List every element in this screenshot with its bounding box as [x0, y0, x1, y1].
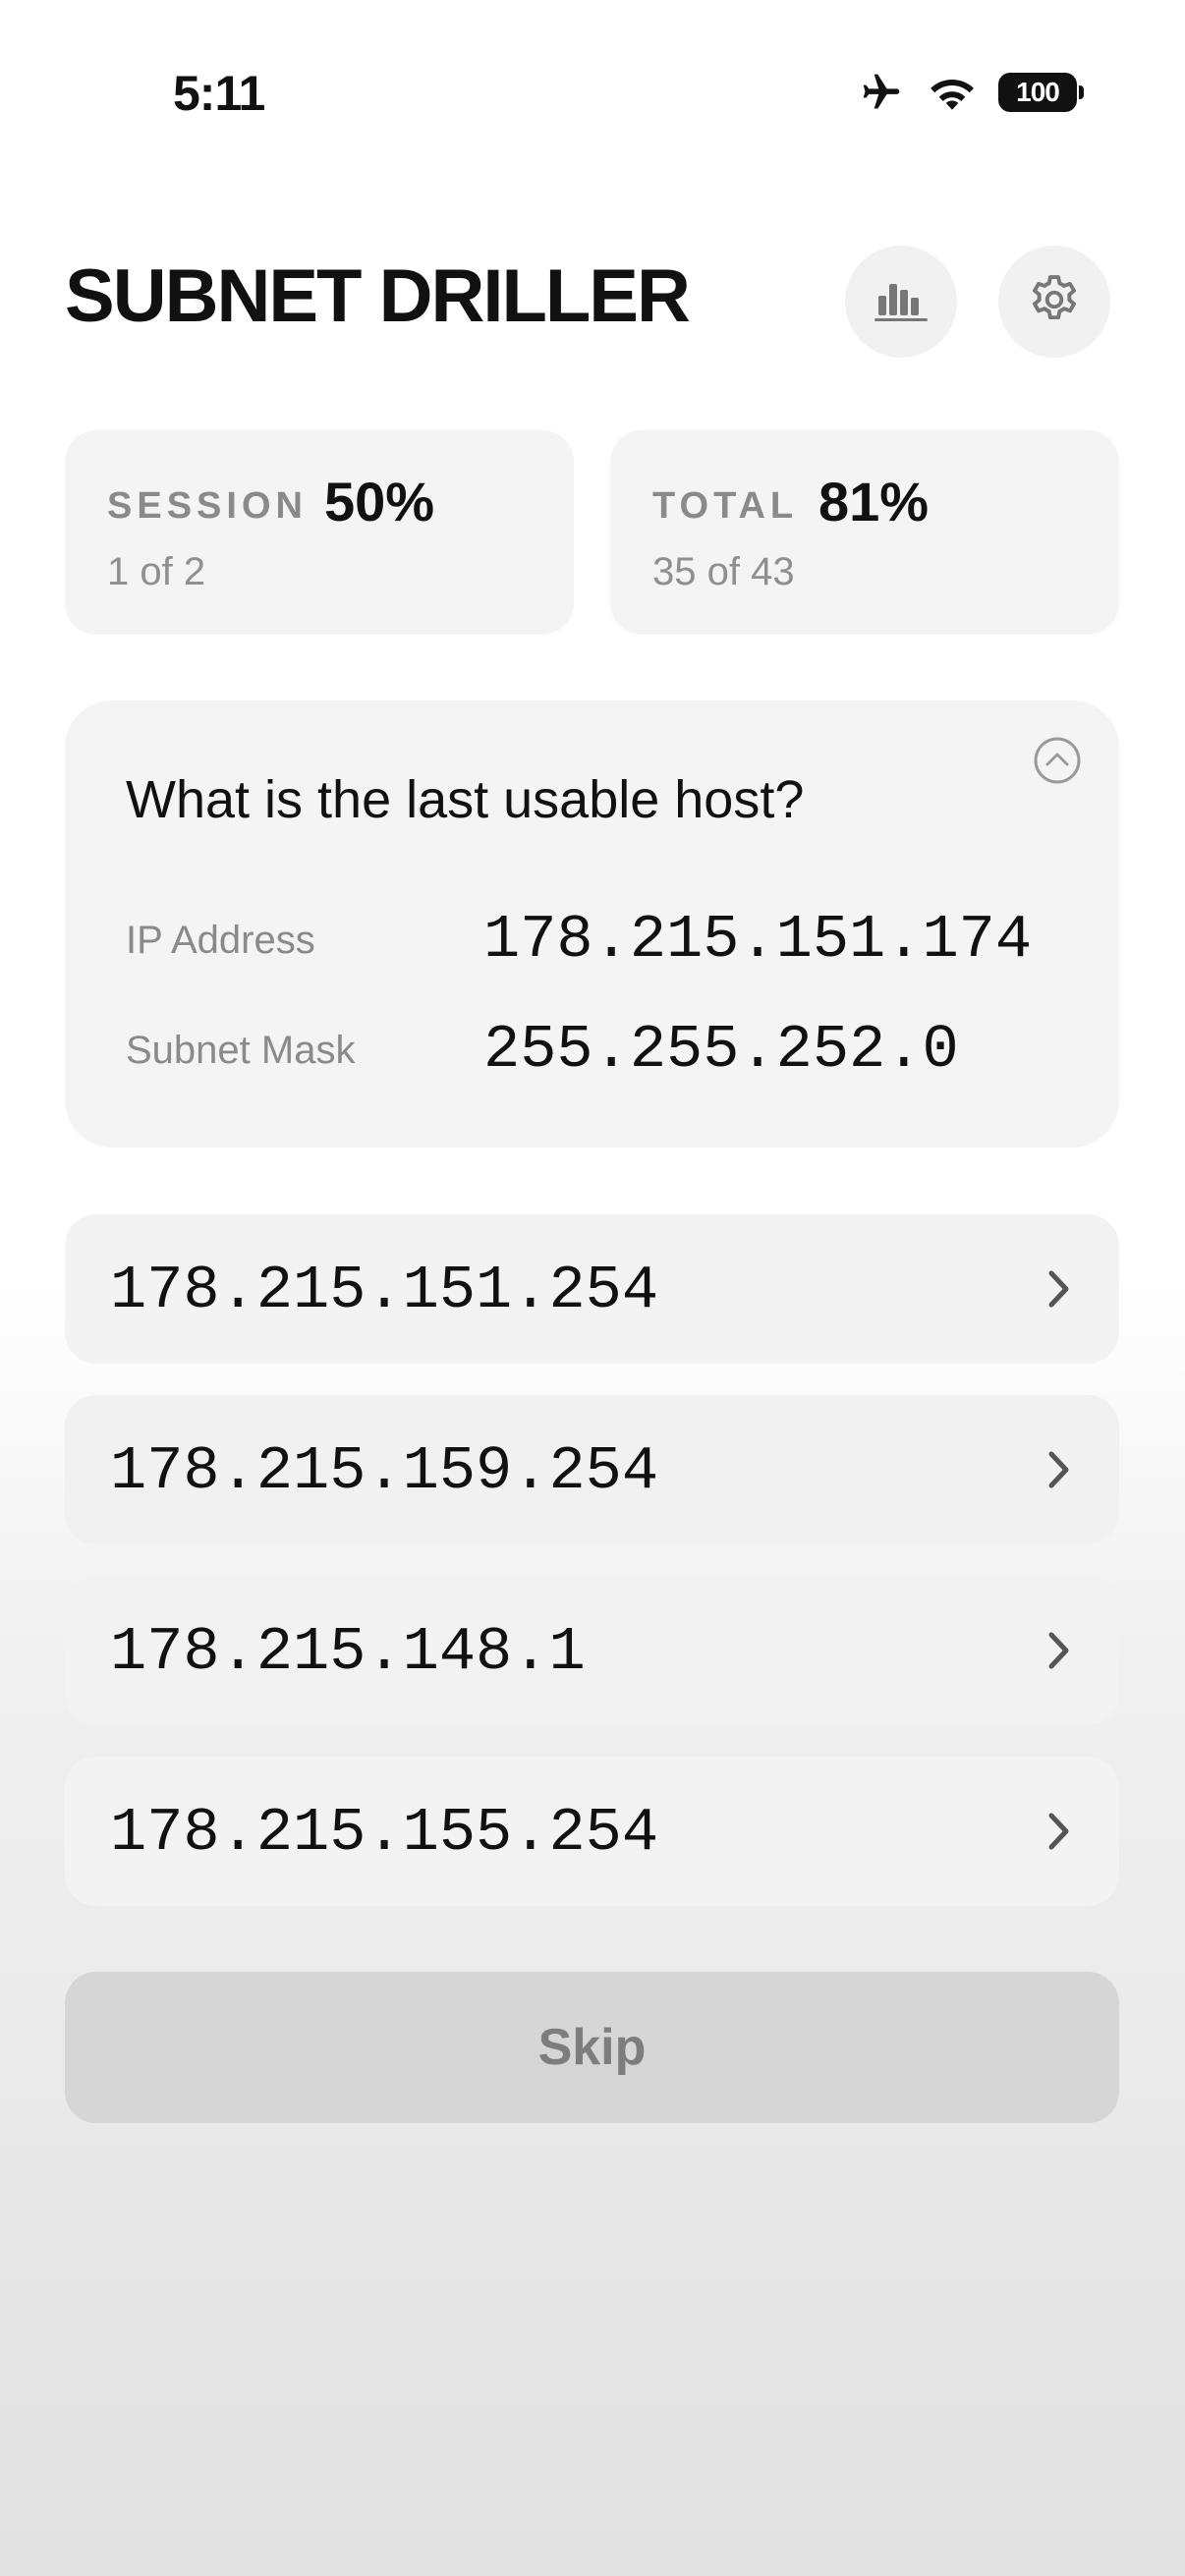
answer-option-text: 178.215.155.254: [110, 1798, 659, 1868]
subnet-mask-label: Subnet Mask: [126, 1029, 356, 1072]
battery-icon: 100: [998, 73, 1084, 112]
total-detail: 35 of 43: [652, 550, 795, 593]
total-percent: 81%: [818, 471, 930, 532]
answer-option[interactable]: 178.215.151.254: [65, 1214, 1119, 1364]
gear-icon: [1026, 271, 1083, 333]
ip-address-label: IP Address: [126, 919, 315, 962]
session-label: SESSION: [107, 485, 308, 527]
wifi-icon: [928, 73, 977, 112]
chevron-right-icon: [1044, 1263, 1074, 1315]
settings-button[interactable]: [998, 246, 1110, 358]
chevron-right-icon: [1044, 1806, 1074, 1857]
chevron-right-icon: [1044, 1444, 1074, 1495]
session-score-card: SESSION 50% 1 of 2: [65, 430, 574, 635]
answer-option[interactable]: 178.215.148.1: [65, 1576, 1119, 1725]
chevron-right-icon: [1044, 1625, 1074, 1676]
session-detail: 1 of 2: [107, 550, 206, 593]
question-card: What is the last usable host? IP Address…: [65, 700, 1119, 1148]
question-prompt: What is the last usable host?: [126, 770, 805, 829]
skip-button[interactable]: Skip: [65, 1972, 1119, 2123]
airplane-icon: [857, 71, 906, 114]
stats-button[interactable]: [845, 246, 957, 358]
battery-level: 100: [1016, 77, 1060, 107]
status-icons: 100: [857, 71, 1084, 114]
answer-option-text: 178.215.151.254: [110, 1256, 659, 1325]
total-score-card: TOTAL 81% 35 of 43: [610, 430, 1119, 635]
answer-option[interactable]: 178.215.159.254: [65, 1395, 1119, 1544]
total-label: TOTAL: [652, 485, 799, 527]
ip-address-value: 178.215.151.174: [483, 905, 1033, 975]
status-time: 5:11: [173, 66, 265, 121]
answer-option[interactable]: 178.215.155.254: [65, 1757, 1119, 1906]
stats-icon: [873, 276, 930, 328]
skip-label: Skip: [537, 2019, 647, 2076]
chevron-up-circle-icon[interactable]: [1033, 736, 1082, 785]
session-percent: 50%: [324, 471, 435, 532]
status-bar: 5:11 100: [0, 0, 1185, 187]
subnet-mask-value: 255.255.252.0: [483, 1015, 959, 1085]
answer-option-text: 178.215.159.254: [110, 1436, 659, 1506]
answer-option-text: 178.215.148.1: [110, 1617, 586, 1687]
app-title: SUBNET DRILLER: [65, 254, 691, 338]
